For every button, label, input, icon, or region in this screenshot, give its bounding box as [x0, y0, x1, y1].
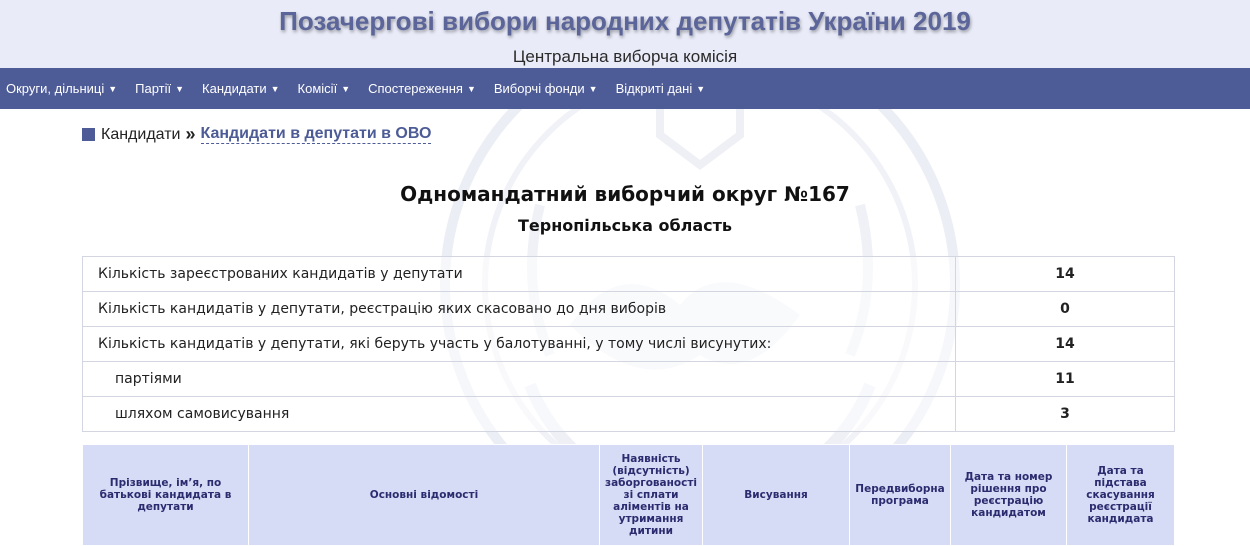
- candidates-stats-table: Кількість зареєстрованих кандидатів у де…: [82, 256, 1175, 432]
- nav-item-observation[interactable]: Спостереження ▼: [368, 81, 476, 96]
- stats-value: 14: [955, 256, 1175, 292]
- nav-item-label: Кандидати: [202, 81, 267, 96]
- column-header-nomination: Висування: [702, 444, 850, 546]
- stats-row: партіями 11: [82, 361, 1175, 397]
- caret-down-icon: ▼: [175, 83, 185, 94]
- stats-row: Кількість кандидатів у депутати, які бер…: [82, 326, 1175, 362]
- breadcrumb-root: Кандидати: [101, 125, 181, 143]
- nav-item-label: Комісії: [297, 81, 338, 96]
- page-subtitle: Центральна виборча комісія: [512, 47, 738, 66]
- main-nav: Округи, дільниці ▼ Партії ▼ Кандидати ▼ Ком…: [0, 68, 1250, 109]
- nav-item-commissions[interactable]: Комісії ▼: [298, 81, 351, 96]
- nav-item-parties[interactable]: Партії ▼: [135, 81, 184, 96]
- stats-label: шляхом самовисування: [82, 396, 956, 432]
- stats-row: Кількість зареєстрованих кандидатів у де…: [82, 256, 1175, 292]
- breadcrumb-square-icon: [82, 128, 95, 141]
- caret-down-icon: ▼: [466, 83, 476, 94]
- stats-label: Кількість зареєстрованих кандидатів у де…: [82, 256, 956, 292]
- stats-label: партіями: [82, 361, 956, 397]
- column-header-alimony-debt: Наявність (відсутність) заборгованості з…: [599, 444, 703, 546]
- stats-value: 14: [955, 326, 1175, 362]
- column-header-cancellation: Дата та підстава скасування реєстрації к…: [1066, 444, 1175, 546]
- caret-down-icon: ▼: [696, 83, 706, 94]
- column-header-basic-info: Основні відомості: [248, 444, 600, 546]
- caret-down-icon: ▼: [341, 83, 351, 94]
- stats-label: Кількість кандидатів у депутати, реєстра…: [82, 291, 956, 327]
- nav-item-open-data[interactable]: Відкриті дані ▼: [616, 81, 706, 96]
- stats-label: Кількість кандидатів у депутати, які бер…: [82, 326, 956, 362]
- region-title: Тернопільська область: [517, 216, 733, 235]
- breadcrumb: Кандидати » Кандидати в депутати в ОВО: [82, 124, 432, 145]
- stats-value: 3: [955, 396, 1175, 432]
- district-title: Одномандатний виборчий округ №167: [400, 182, 850, 206]
- caret-down-icon: ▼: [270, 83, 280, 94]
- stats-value: 0: [955, 291, 1175, 327]
- nav-item-label: Відкриті дані: [615, 81, 693, 96]
- nav-item-districts[interactable]: Округи, дільниці ▼: [6, 81, 117, 96]
- nav-item-label: Партії: [135, 81, 172, 96]
- column-header-full-name: Прізвище, ім’я, по батькові кандидата в …: [82, 444, 249, 546]
- nav-item-label: Спостереження: [368, 81, 463, 96]
- stats-row: шляхом самовисування 3: [82, 396, 1175, 432]
- caret-down-icon: ▼: [588, 83, 598, 94]
- column-header-program: Передвиборна програма: [849, 444, 951, 546]
- nav-item-election-funds[interactable]: Виборчі фонди ▼: [494, 81, 598, 96]
- stats-row: Кількість кандидатів у депутати, реєстра…: [82, 291, 1175, 327]
- nav-item-candidates[interactable]: Кандидати ▼: [202, 81, 280, 96]
- candidates-table-header-row: Прізвище, ім’я, по батькові кандидата в …: [82, 444, 1175, 546]
- site-header: Позачергові вибори народних депутатів Ук…: [0, 0, 1250, 68]
- breadcrumb-separator: »: [185, 124, 196, 144]
- nav-item-label: Виборчі фонди: [493, 81, 585, 96]
- breadcrumb-current-link[interactable]: Кандидати в депутати в ОВО: [200, 125, 432, 144]
- stats-value: 11: [955, 361, 1175, 397]
- page-title: Позачергові вибори народних депутатів Ук…: [279, 6, 971, 36]
- nav-item-label: Округи, дільниці: [6, 81, 105, 96]
- candidates-table: Прізвище, ім’я, по батькові кандидата в …: [82, 444, 1175, 546]
- column-header-registration-decision: Дата та номер рішення про реєстрацію кан…: [950, 444, 1067, 546]
- caret-down-icon: ▼: [108, 83, 118, 94]
